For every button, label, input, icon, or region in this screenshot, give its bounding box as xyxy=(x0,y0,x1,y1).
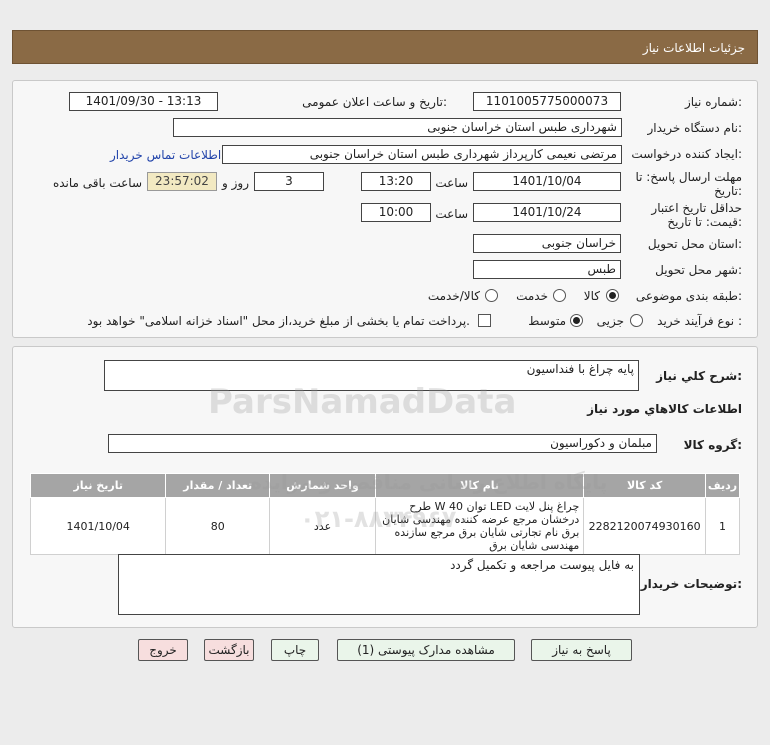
category-radio-goods[interactable] xyxy=(606,289,619,302)
col-date: تاریخ نیاز xyxy=(29,473,167,498)
row-unit: عدد xyxy=(269,497,376,555)
process-radio-minor[interactable] xyxy=(630,314,643,327)
goods-info-title: اطلاعات کالاهاي مورد نياز xyxy=(587,402,742,416)
province-field: خراسان جنوبی xyxy=(473,234,621,253)
deadline-label: مهلت ارسال پاسخ: تا xyxy=(635,170,742,184)
deadline-time-label: ساعت xyxy=(435,176,468,190)
page-title: جزئیات اطلاعات نیاز xyxy=(642,41,745,55)
col-code: کد کالا xyxy=(583,473,706,498)
category-option-goods-service: کالا/خدمت xyxy=(427,289,480,303)
goods-group-label: گروه کالا: xyxy=(683,438,742,452)
process-radio-medium[interactable] xyxy=(570,314,583,327)
validity-time-field: 10:00 xyxy=(361,203,431,222)
back-button[interactable]: بازگشت xyxy=(204,639,254,661)
goods-table: ردیف کد کالا نام کالا واحد شمارش تعداد /… xyxy=(29,473,741,555)
category-option-goods: کالا xyxy=(583,289,600,303)
col-name: نام کالا xyxy=(374,473,585,498)
process-option-medium: متوسط xyxy=(528,314,566,328)
province-label: استان محل تحویل: xyxy=(647,237,742,251)
exit-button[interactable]: خروج xyxy=(138,639,188,661)
goods-table-header: ردیف کد کالا نام کالا واحد شمارش تعداد /… xyxy=(29,473,741,498)
need-number-field: 1101005775000073 xyxy=(473,92,621,111)
buyer-org-field: شهرداری طبس استان خراسان جنوبی xyxy=(173,118,622,137)
deadline-label-2: تاریخ: xyxy=(714,184,742,198)
print-button[interactable]: چاپ xyxy=(271,639,319,661)
validity-time-label: ساعت xyxy=(435,207,468,221)
remaining-time-field: 23:57:02 xyxy=(147,172,217,191)
days-label: روز و xyxy=(222,176,249,190)
process-option-minor: جزیی xyxy=(596,314,624,328)
row-number: 1 xyxy=(704,497,741,555)
category-option-service: خدمت xyxy=(516,289,548,303)
city-field: طبس xyxy=(473,260,621,279)
row-code: 2282120074930160 xyxy=(583,497,706,555)
treasury-payment-checkbox[interactable] xyxy=(478,314,491,327)
buyer-notes-field: به فایل پیوست مراجعه و تکمیل گردد xyxy=(118,554,640,615)
col-qty: تعداد / مقدار xyxy=(165,473,271,498)
general-description-label: شرح کلي نياز: xyxy=(656,369,742,383)
col-unit: واحد شمارش xyxy=(269,473,376,498)
creator-field: مرتضی نعیمی کارپرداز شهرداری طبس استان خ… xyxy=(222,145,622,164)
reply-button[interactable]: پاسخ به نیاز xyxy=(531,639,632,661)
row-qty: 80 xyxy=(165,497,271,555)
validity-label: حداقل تاریخ اعتبار xyxy=(651,201,742,215)
days-remaining-field: 3 xyxy=(254,172,324,191)
category-radio-goods-service[interactable] xyxy=(485,289,498,302)
treasury-payment-note: پرداخت تمام یا بخشی از مبلغ خرید،از محل … xyxy=(87,314,470,328)
category-radio-service[interactable] xyxy=(553,289,566,302)
view-attachments-button[interactable]: مشاهده مدارک پیوستی (1) xyxy=(337,639,515,661)
deadline-time-field: 13:20 xyxy=(361,172,431,191)
need-number-label: شماره نیاز: xyxy=(684,95,742,109)
validity-label-2: قیمت: تا تاریخ: xyxy=(667,215,742,229)
page-header: جزئیات اطلاعات نیاز xyxy=(12,30,758,64)
announce-date-field: 1401/09/30 - 13:13 xyxy=(69,92,218,111)
validity-date-field: 1401/10/24 xyxy=(473,203,621,222)
process-type-label: نوع فرآیند خرید : xyxy=(657,314,742,328)
city-label: شهر محل تحویل: xyxy=(655,263,742,277)
goods-group-field: مبلمان و دکوراسیون xyxy=(108,434,657,453)
general-description-field: پایه چراغ با فنداسیون xyxy=(104,360,639,391)
buyer-contact-link[interactable]: اطلاعات تماس خریدار xyxy=(110,148,221,162)
col-row: ردیف xyxy=(704,473,741,498)
category-label: طبقه بندی موضوعی: xyxy=(635,289,742,303)
buyer-org-label: نام دستگاه خریدار: xyxy=(647,121,743,135)
row-date: 1401/10/04 xyxy=(29,497,167,555)
buyer-notes-label: توضیحات خریدار: xyxy=(640,577,742,591)
remaining-time-label: ساعت باقی مانده xyxy=(52,176,142,190)
announce-date-label: تاریخ و ساعت اعلان عمومی: xyxy=(302,95,447,109)
deadline-date-field: 1401/10/04 xyxy=(473,172,621,191)
table-row: 1 2282120074930160 چراغ پنل لایت LED توا… xyxy=(29,497,741,555)
creator-label: ایجاد کننده درخواست: xyxy=(631,147,742,161)
row-name: چراغ پنل لایت LED توان 40 W طرح درخشان م… xyxy=(374,497,585,555)
